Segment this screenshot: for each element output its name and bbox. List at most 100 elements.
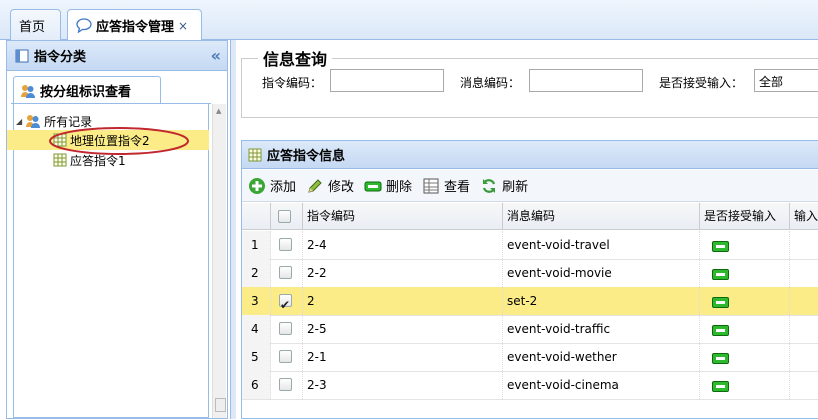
cell-accept-input <box>700 315 790 343</box>
row-number: 6 <box>242 371 271 399</box>
message-code-label: 消息编码： <box>460 76 521 90</box>
left-panel-header: 指令分类 « <box>7 41 227 71</box>
row-checkbox-cell <box>271 371 303 399</box>
cell-command-code: 2-2 <box>303 259 503 287</box>
delete-button-label: 删除 <box>386 180 413 195</box>
tab-response-command-management-label: 应答指令管理 <box>96 20 175 35</box>
cell-input <box>790 371 818 399</box>
pencil-icon <box>308 178 322 193</box>
cell-input <box>790 259 818 287</box>
collapse-panel-icon[interactable]: « <box>211 46 221 65</box>
panel-splitter[interactable] <box>230 40 236 419</box>
users-group-icon <box>25 113 41 129</box>
command-code-label: 指令编码： <box>262 76 323 90</box>
add-button-label: 添加 <box>270 180 297 195</box>
row-number: 3 <box>242 287 271 315</box>
accept-input-label: 是否接受输入： <box>659 76 744 90</box>
accept-input-toggle-icon[interactable] <box>712 325 729 336</box>
row-checkbox[interactable] <box>279 291 292 315</box>
row-number: 4 <box>242 315 271 343</box>
row-checkbox-cell <box>271 315 303 343</box>
cell-input <box>790 231 818 259</box>
cell-accept-input <box>700 343 790 371</box>
row-checkbox[interactable] <box>279 238 292 251</box>
row-checkbox[interactable] <box>279 378 292 391</box>
select-all-checkbox[interactable] <box>278 210 291 223</box>
column-header-input[interactable]: 输入 <box>790 203 818 230</box>
cell-message-code: event-void-travel <box>503 231 700 259</box>
cell-message-code: event-void-wether <box>503 343 700 371</box>
grid-title: 应答指令信息 <box>267 149 346 164</box>
delete-button[interactable]: 删除 <box>364 176 412 195</box>
refresh-button[interactable]: 刷新 <box>480 176 528 195</box>
accept-input-toggle-icon[interactable] <box>712 241 729 252</box>
table-row[interactable]: 2 2-2 event-void-movie <box>242 259 818 288</box>
row-checkbox[interactable] <box>279 322 292 335</box>
accept-input-select-value: 全部 <box>759 75 784 89</box>
grid-body: 1 2-4 event-void-travel 2 2-2 event-void-movi… <box>242 231 818 420</box>
cell-message-code: event-void-traffic <box>503 315 700 343</box>
row-checkbox-cell <box>271 259 303 287</box>
edit-button-label: 修改 <box>328 180 355 195</box>
message-code-input[interactable] <box>529 69 643 92</box>
table-row[interactable]: 4 2-5 event-void-traffic <box>242 315 818 344</box>
row-number: 1 <box>242 231 271 259</box>
tab-home-label: 首页 <box>19 19 46 35</box>
row-checkbox[interactable] <box>279 350 292 363</box>
column-header-command-code[interactable]: 指令编码 <box>303 203 503 230</box>
table-view-icon <box>423 178 439 193</box>
column-header-message-code[interactable]: 消息编码 <box>503 203 700 230</box>
cell-input <box>790 287 818 315</box>
tree-scrollbar[interactable]: ▲ <box>212 104 226 418</box>
cell-message-code: event-void-cinema <box>503 371 700 399</box>
accept-input-select[interactable]: 全部 <box>754 69 818 92</box>
cell-accept-input <box>700 259 790 287</box>
category-tree: ◢ 所有记录 地理位置指令2 应答指令1 <box>7 104 209 418</box>
minus-icon <box>364 181 382 191</box>
table-row[interactable]: 1 2-4 event-void-travel <box>242 231 818 260</box>
column-header-accept-input[interactable]: 是否接受输入 <box>700 203 790 230</box>
table-row[interactable]: 5 2-1 event-void-wether <box>242 343 818 372</box>
collapse-triangle-icon[interactable]: ◢ <box>16 117 22 126</box>
add-icon <box>249 177 265 194</box>
accept-input-toggle-icon[interactable] <box>712 353 729 364</box>
accept-input-toggle-icon[interactable] <box>712 269 729 280</box>
grid-title-bar: 应答指令信息 <box>242 141 818 169</box>
cell-command-code: 2-1 <box>303 343 503 371</box>
cell-command-code: 2-3 <box>303 371 503 399</box>
accept-input-toggle-icon[interactable] <box>712 381 729 392</box>
left-panel-title: 指令分类 <box>34 50 87 65</box>
row-checkbox-cell <box>271 287 303 315</box>
view-button-label: 查看 <box>444 180 471 195</box>
cell-command-code: 2-4 <box>303 231 503 259</box>
cell-command-code: 2 <box>303 287 503 315</box>
accept-input-toggle-icon[interactable] <box>712 297 729 308</box>
users-group-icon <box>20 83 36 99</box>
tab-bar: 首页 应答指令管理 × <box>0 0 818 41</box>
cell-accept-input <box>700 231 790 259</box>
cell-message-code: set-2 <box>503 287 700 315</box>
close-tab-icon[interactable]: × <box>178 19 188 33</box>
panel-icon <box>15 49 29 63</box>
row-number: 2 <box>242 259 271 287</box>
tab-response-command-management[interactable]: 应答指令管理 × <box>67 9 202 41</box>
row-checkbox[interactable] <box>279 266 292 279</box>
view-button[interactable]: 查看 <box>422 176 470 195</box>
edit-button[interactable]: 修改 <box>306 176 354 195</box>
response-command-grid-panel: 应答指令信息 添加 修改 删除 查看 刷新 指令编码 消息编码 是否接受输入 输… <box>241 140 818 419</box>
table-row[interactable]: 3 2set-2 <box>242 287 818 316</box>
cell-accept-input <box>700 287 790 315</box>
row-checkbox-cell <box>271 231 303 259</box>
row-checkbox-cell <box>271 343 303 371</box>
add-button[interactable]: 添加 <box>248 176 296 195</box>
table-row[interactable]: 6 2-3 event-void-cinema <box>242 371 818 400</box>
command-code-input[interactable] <box>330 69 444 92</box>
cell-input <box>790 315 818 343</box>
row-number: 5 <box>242 343 271 371</box>
tab-view-by-group[interactable]: 按分组标识查看 <box>13 76 161 104</box>
refresh-button-label: 刷新 <box>502 180 529 195</box>
cell-input <box>790 343 818 371</box>
left-panel-command-categories: 指令分类 « 按分组标识查看 ◢ 所有记录 地理位置指令2 应答指令1 ▲ <box>6 40 228 419</box>
cell-command-code: 2-5 <box>303 315 503 343</box>
tab-home[interactable]: 首页 <box>10 9 61 40</box>
